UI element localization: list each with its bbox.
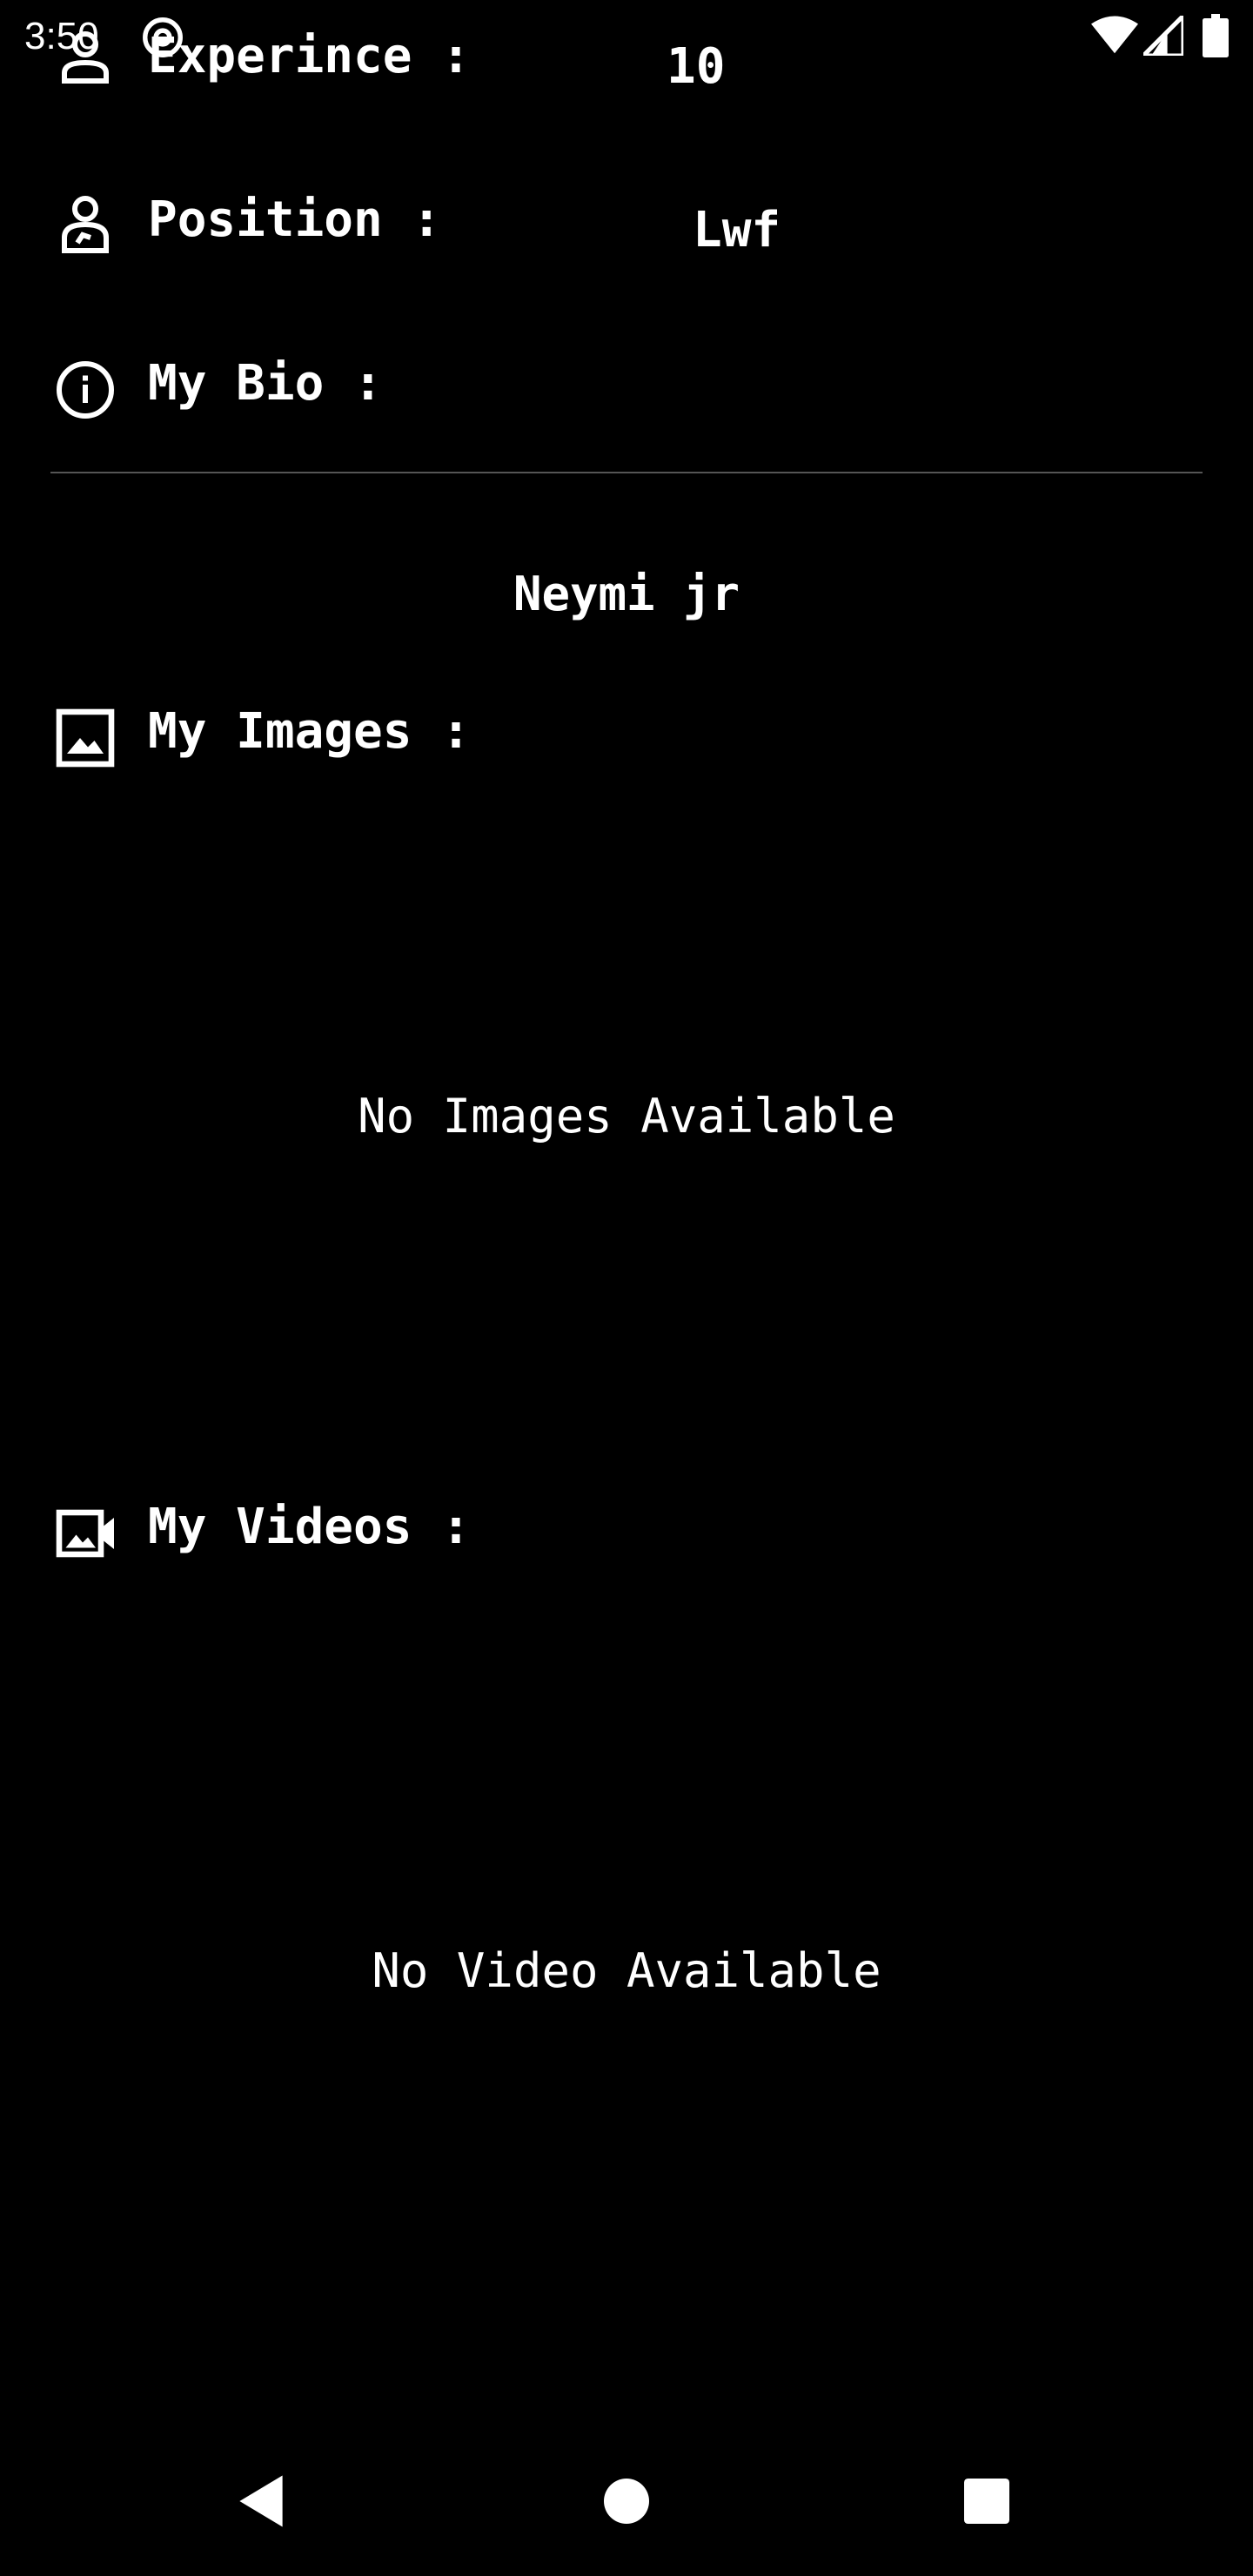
position-value: Lwf (693, 202, 781, 258)
info-icon (57, 361, 114, 419)
image-icon (56, 708, 115, 768)
recents-icon[interactable] (964, 2479, 1009, 2524)
person-badge-icon (62, 196, 109, 253)
cell-signal-icon (1143, 16, 1183, 56)
no-images-text: No Images Available (358, 1089, 895, 1144)
experience-label: Experince : (148, 28, 471, 84)
bio-label: My Bio : (148, 355, 383, 412)
no-video-text: No Video Available (372, 1943, 881, 1998)
position-label: Position : (148, 191, 442, 248)
experience-value: 10 (667, 38, 726, 95)
wifi-icon (1091, 16, 1138, 54)
person-icon (62, 31, 109, 84)
home-icon[interactable] (604, 2479, 649, 2524)
images-section-label: My Images : (148, 703, 471, 760)
player-name: Neymi jr (513, 567, 740, 621)
back-icon[interactable] (235, 2473, 287, 2529)
video-icon (56, 1509, 114, 1558)
divider (50, 472, 1203, 473)
battery-icon (1203, 14, 1229, 57)
videos-section-label: My Videos : (148, 1499, 471, 1555)
